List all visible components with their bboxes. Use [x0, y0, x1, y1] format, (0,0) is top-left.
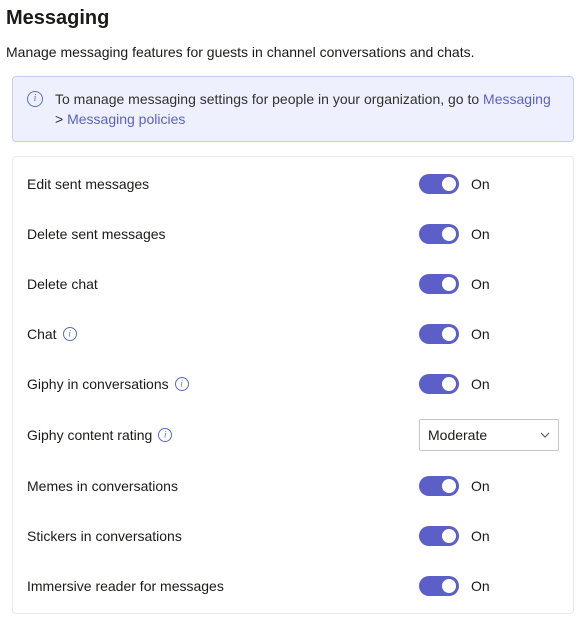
setting-chat: Chat On	[27, 309, 559, 359]
label-text: Delete chat	[27, 276, 98, 292]
info-icon	[27, 91, 43, 107]
info-icon[interactable]	[158, 428, 172, 442]
info-banner: To manage messaging settings for people …	[12, 76, 574, 142]
toggle-value: On	[471, 176, 490, 192]
label-text: Stickers in conversations	[27, 528, 182, 544]
setting-label: Giphy content rating	[27, 427, 419, 443]
label-text: Edit sent messages	[27, 176, 149, 192]
info-icon[interactable]	[175, 377, 189, 391]
page-title: Messaging	[6, 6, 582, 30]
label-text: Memes in conversations	[27, 478, 178, 494]
toggle-value: On	[471, 226, 490, 242]
label-text: Immersive reader for messages	[27, 578, 224, 594]
setting-label: Memes in conversations	[27, 478, 419, 494]
setting-immersive: Immersive reader for messages On	[27, 561, 559, 611]
toggle-edit-sent[interactable]	[419, 174, 459, 194]
chevron-down-icon	[540, 430, 550, 440]
label-text: Giphy content rating	[27, 427, 152, 443]
settings-panel: Edit sent messages On Delete sent messag…	[12, 156, 574, 614]
messaging-policies-link[interactable]: Messaging policies	[67, 111, 185, 127]
label-text: Giphy in conversations	[27, 376, 169, 392]
setting-label: Stickers in conversations	[27, 528, 419, 544]
info-icon[interactable]	[63, 327, 77, 341]
toggle-stickers[interactable]	[419, 526, 459, 546]
toggle-giphy[interactable]	[419, 374, 459, 394]
toggle-value: On	[471, 578, 490, 594]
setting-delete-chat: Delete chat On	[27, 259, 559, 309]
toggle-value: On	[471, 478, 490, 494]
setting-label: Immersive reader for messages	[27, 578, 419, 594]
toggle-value: On	[471, 276, 490, 292]
setting-label: Delete sent messages	[27, 226, 419, 242]
toggle-value: On	[471, 326, 490, 342]
toggle-value: On	[471, 528, 490, 544]
messaging-link[interactable]: Messaging	[483, 91, 551, 107]
label-text: Delete sent messages	[27, 226, 166, 242]
banner-sep: >	[55, 111, 67, 127]
banner-prefix: To manage messaging settings for people …	[55, 91, 483, 107]
label-text: Chat	[27, 326, 57, 342]
setting-delete-sent: Delete sent messages On	[27, 209, 559, 259]
setting-memes: Memes in conversations On	[27, 461, 559, 511]
setting-label: Edit sent messages	[27, 176, 419, 192]
setting-label: Giphy in conversations	[27, 376, 419, 392]
select-value: Moderate	[428, 427, 487, 443]
setting-label: Chat	[27, 326, 419, 342]
setting-giphy-rating: Giphy content rating Moderate	[27, 409, 559, 461]
toggle-delete-sent[interactable]	[419, 224, 459, 244]
setting-stickers: Stickers in conversations On	[27, 511, 559, 561]
setting-label: Delete chat	[27, 276, 419, 292]
setting-giphy: Giphy in conversations On	[27, 359, 559, 409]
toggle-memes[interactable]	[419, 476, 459, 496]
toggle-chat[interactable]	[419, 324, 459, 344]
toggle-immersive[interactable]	[419, 576, 459, 596]
toggle-value: On	[471, 376, 490, 392]
setting-edit-sent: Edit sent messages On	[27, 159, 559, 209]
toggle-delete-chat[interactable]	[419, 274, 459, 294]
info-banner-text: To manage messaging settings for people …	[55, 89, 559, 129]
select-giphy-rating[interactable]: Moderate	[419, 419, 559, 451]
page-description: Manage messaging features for guests in …	[6, 44, 582, 60]
